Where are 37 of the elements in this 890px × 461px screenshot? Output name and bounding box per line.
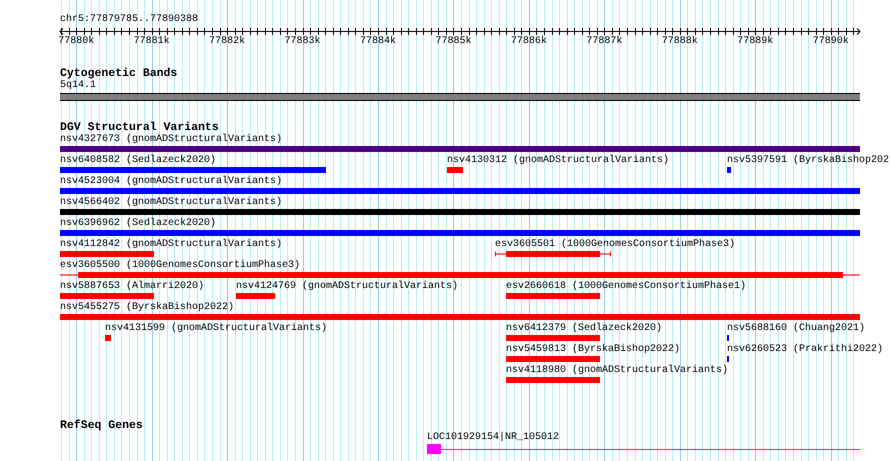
feature-label: nsv5397591 (ByrskaBishop202 (726, 155, 889, 167)
feature-label: nsv4523004 (gnomADStructuralVariants) (60, 176, 282, 188)
feature-label: nsv6408582 (Sedlazeck2020) (60, 155, 216, 167)
feature-label: nsv5459813 (ByrskaBishop2022) (506, 344, 680, 356)
feature-label: nsv4124769 (gnomADStructuralVariants) (236, 281, 458, 293)
feature-label: nsv4130312 (gnomADStructuralVariants) (446, 155, 670, 167)
ruler-location: chr5:77879785..77890388 (60, 14, 198, 26)
feature-label: nsv4566402 (gnomADStructuralVariants) (60, 197, 282, 209)
tick-label: 77882k (209, 36, 246, 48)
feature-label: nsv4112842 (gnomADStructuralVariants) (60, 239, 282, 251)
tick-label: 77881k (134, 36, 170, 48)
track-title: RefSeq Genes (60, 419, 143, 432)
tick-label: 77883k (284, 36, 321, 48)
tick-label: 77886k (510, 36, 547, 48)
tick-label: 77885k (435, 36, 472, 48)
feature-label: nsv4131599 (gnomADStructuralVariants) (104, 323, 327, 335)
feature-label: nsv6260523 (Prakrithi2022) (726, 344, 883, 356)
tick-label: 77890k (812, 36, 849, 48)
track-title: DGV Structural Variants (60, 121, 219, 134)
feature-label: nsv5887653 (Almarri2020) (60, 281, 204, 293)
feature-label: nsv6412379 (Sedlazeck2020) (506, 323, 662, 335)
feature-label: nsv4327673 (gnomADStructuralVariants) (60, 134, 282, 146)
feature-label: nsv4118980 (gnomADStructuralVariants) (506, 365, 728, 377)
gene-label: LOC101929154|NR_105012 (426, 432, 560, 444)
band-label: 5q14.1 (60, 80, 96, 92)
tick-label: 77884k (360, 36, 396, 48)
feature-label: nsv6396962 (Sedlazeck2020) (60, 218, 216, 230)
tick-label: 77888k (662, 36, 698, 48)
feature-label: esv3605500 (1000GenomesConsortiumPhase3) (60, 260, 300, 272)
tick-label: 77880k (58, 36, 94, 48)
tick-label: 77889k (737, 36, 774, 48)
tick-label: 77887k (586, 36, 622, 48)
feature-label: esv2660618 (1000GenomesConsortiumPhase1) (506, 281, 746, 293)
feature-label: nsv5455275 (ByrskaBishop2022) (60, 302, 234, 314)
track-title: Cytogenetic Bands (60, 67, 178, 80)
feature-label: nsv5688160 (Chuang2021) (726, 323, 865, 335)
feature-label: esv3605501 (1000GenomesConsortiumPhase3) (494, 239, 736, 251)
